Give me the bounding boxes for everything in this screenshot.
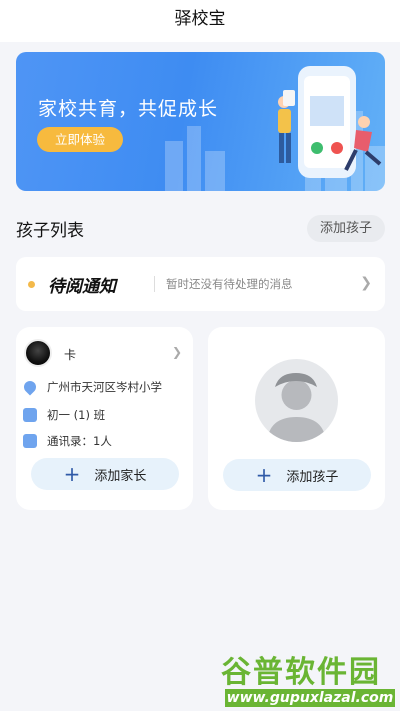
banner-title: 家校共育，共促成长 bbox=[38, 98, 219, 120]
notice-description: 暂时还没有待处理的消息 bbox=[166, 277, 293, 291]
plus-icon: + bbox=[255, 463, 273, 487]
class-badge-icon bbox=[23, 408, 37, 422]
child-class-row: 初一 (1) 班 bbox=[23, 406, 105, 424]
notice-divider bbox=[154, 276, 155, 292]
pending-notice-card[interactable]: 待阅通知 暂时还没有待处理的消息 ❯ bbox=[16, 257, 385, 311]
try-now-button[interactable]: 立即体验 bbox=[37, 127, 123, 152]
add-parent-label: 添加家长 bbox=[94, 468, 147, 484]
chevron-right-icon: ❯ bbox=[360, 275, 372, 291]
contacts-icon bbox=[23, 434, 37, 448]
promo-banner[interactable]: 家校共育，共促成长 立即体验 bbox=[16, 52, 385, 191]
child-contacts: 通讯录：1人 bbox=[47, 434, 112, 448]
default-avatar-icon bbox=[255, 359, 338, 442]
child-avatar[interactable] bbox=[24, 339, 52, 367]
add-child-card-button[interactable]: + 添加孩子 bbox=[223, 459, 371, 491]
child-card: 卡 ❯ 广州市天河区岑村小学 初一 (1) 班 通讯录：1人 + 添加家长 bbox=[16, 327, 193, 510]
plus-icon: + bbox=[63, 462, 81, 486]
notice-title: 待阅通知 bbox=[48, 277, 116, 297]
child-school: 广州市天河区岑村小学 bbox=[47, 380, 162, 394]
child-contacts-row: 通讯录：1人 bbox=[23, 432, 112, 450]
location-pin-icon bbox=[21, 378, 39, 396]
add-child-card: + 添加孩子 bbox=[208, 327, 385, 510]
children-section-title: 孩子列表 bbox=[16, 221, 84, 241]
app-title-bar: 驿校宝 bbox=[0, 0, 400, 42]
add-child-header-button[interactable]: 添加孩子 bbox=[307, 215, 385, 242]
add-child-card-label: 添加孩子 bbox=[286, 469, 339, 485]
child-school-row: 广州市天河区岑村小学 bbox=[21, 378, 162, 396]
chevron-right-icon[interactable]: ❯ bbox=[172, 345, 182, 359]
child-class: 初一 (1) 班 bbox=[47, 408, 106, 422]
app-title: 驿校宝 bbox=[174, 9, 226, 29]
notice-dot-icon bbox=[28, 281, 35, 288]
add-parent-button[interactable]: + 添加家长 bbox=[31, 458, 179, 490]
watermark-url: www.gupuxlazal.com bbox=[225, 689, 395, 707]
phone-call-illustration bbox=[278, 66, 382, 178]
site-watermark: 谷普软件园 www.gupuxlazal.com bbox=[215, 647, 400, 709]
child-name[interactable]: 卡 bbox=[64, 346, 76, 363]
watermark-title: 谷普软件园 bbox=[221, 655, 381, 690]
